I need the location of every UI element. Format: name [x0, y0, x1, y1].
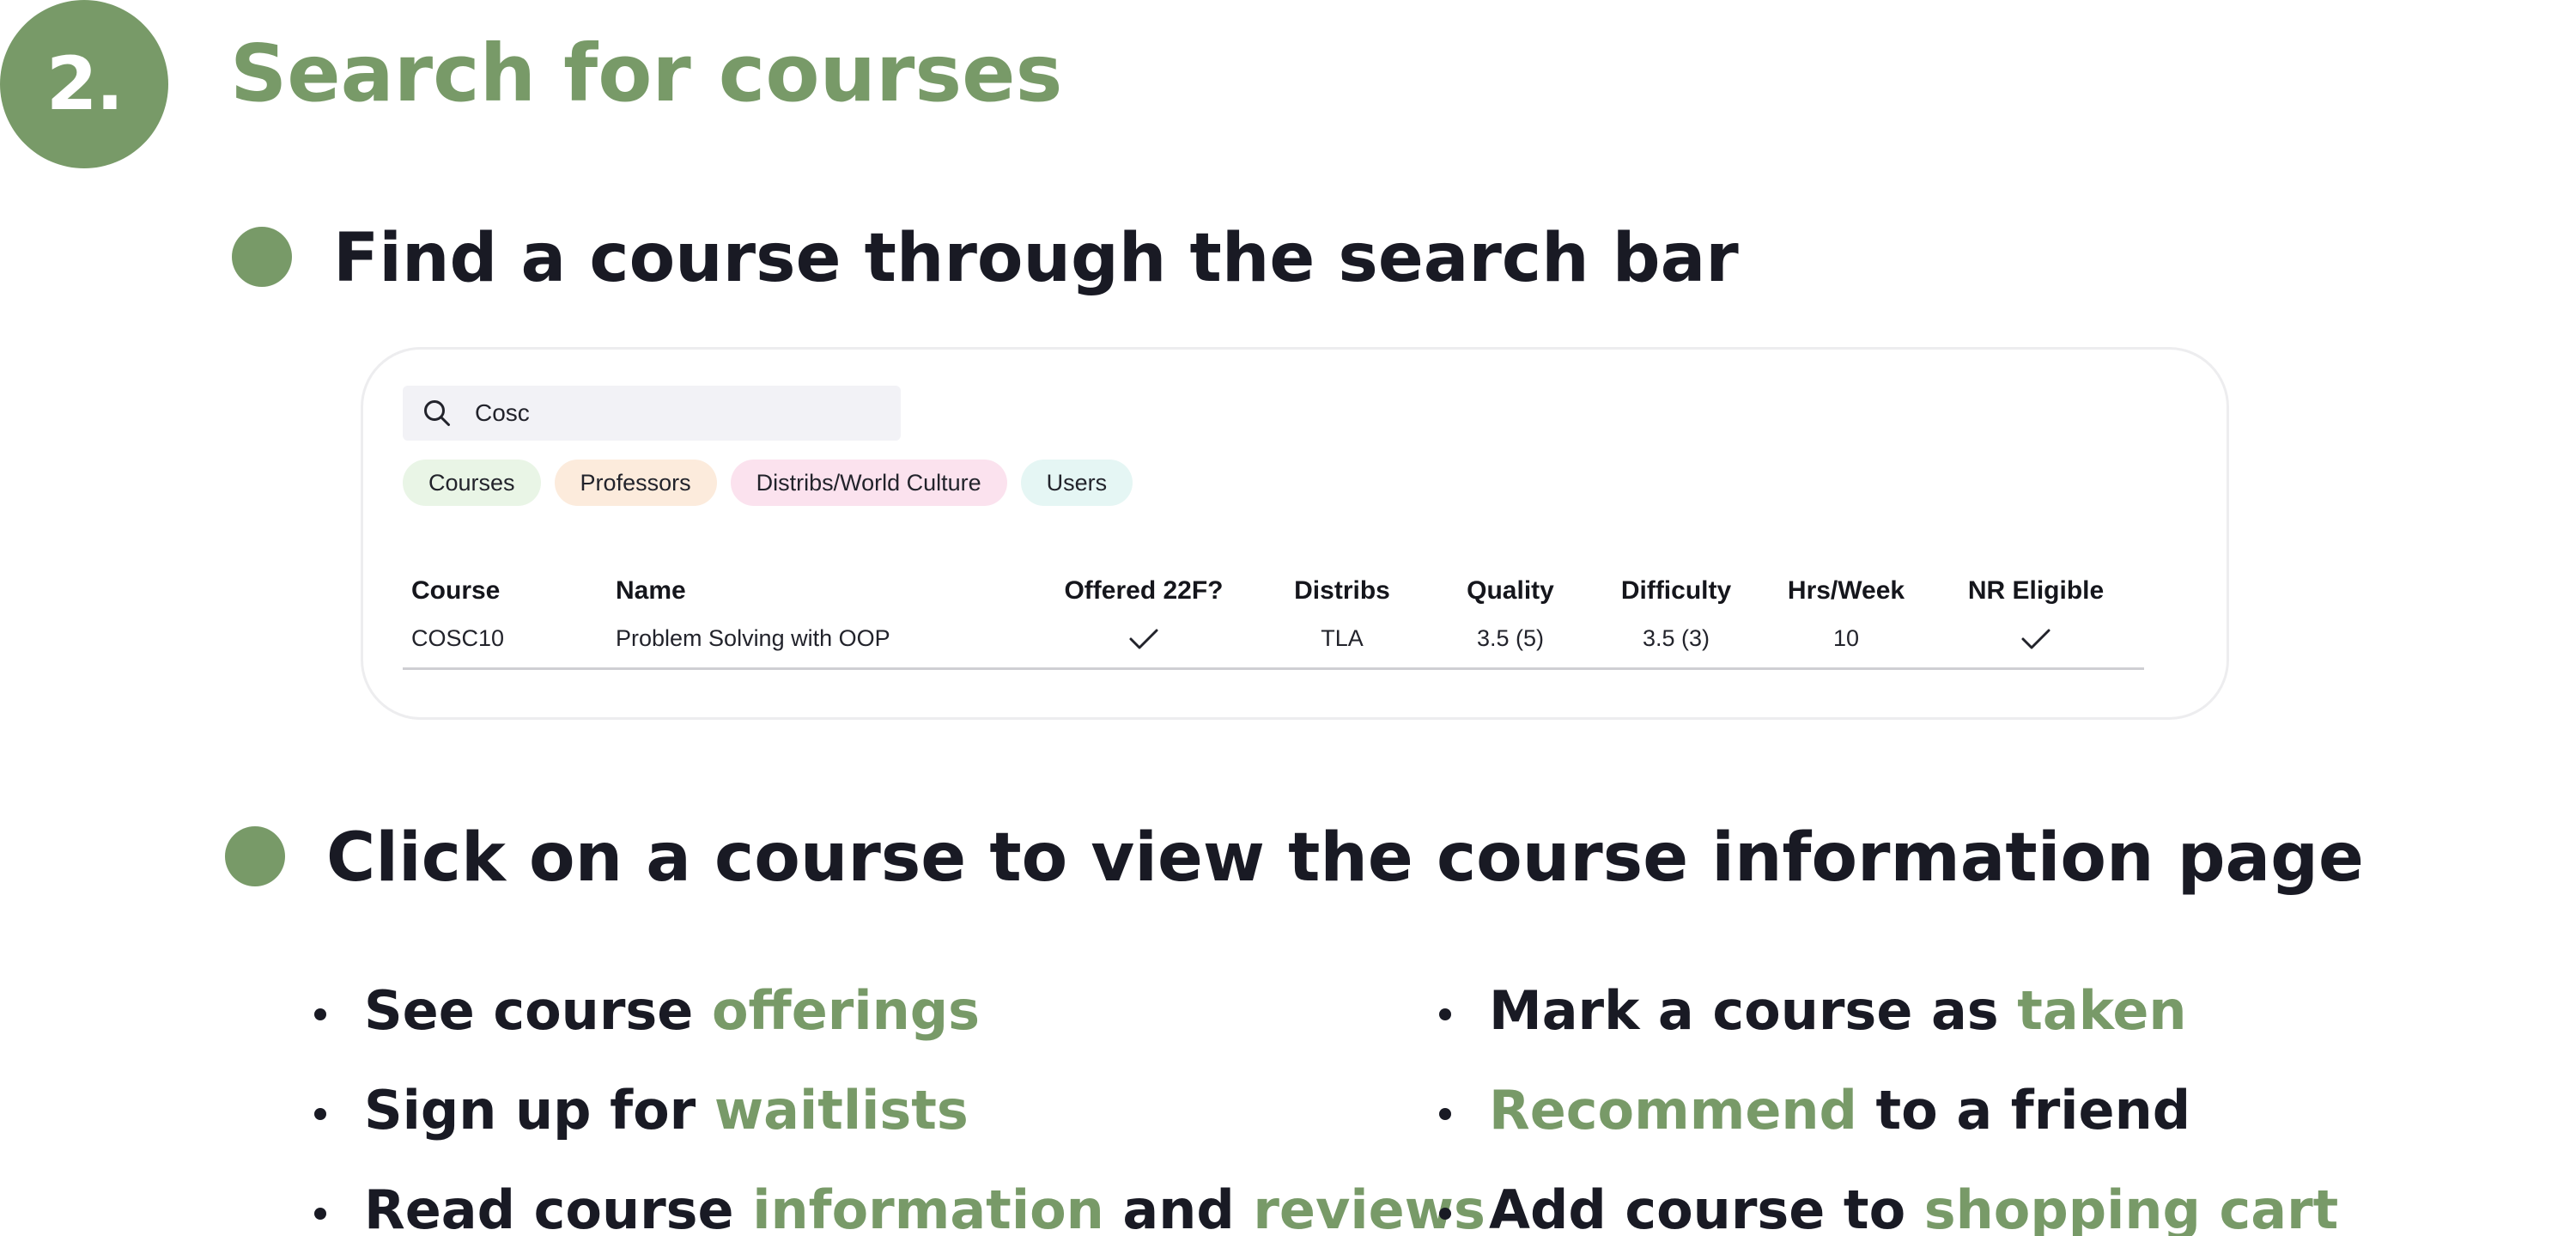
- filter-chip-professors[interactable]: Professors: [554, 460, 717, 506]
- list-item: Sign up for waitlists: [314, 1084, 1485, 1184]
- cell-nr-eligible: [1928, 616, 2144, 670]
- check-icon: [2021, 629, 2050, 649]
- section-bullet-icon: [225, 826, 285, 886]
- search-icon: [424, 400, 450, 426]
- table-row[interactable]: COSC10 Problem Solving with OOP TLA 3.5 …: [403, 616, 2144, 670]
- cell-distribs: TLA: [1251, 616, 1433, 670]
- filter-chip-distribs[interactable]: Distribs/World Culture: [730, 460, 1007, 506]
- list-item: See course offerings: [314, 984, 1485, 1084]
- filter-chip-users[interactable]: Users: [1020, 460, 1133, 506]
- search-query: Cosc: [475, 399, 530, 426]
- filter-chip-courses[interactable]: Courses: [403, 460, 541, 506]
- cell-course: COSC10: [403, 616, 607, 670]
- cell-quality: 3.5 (5): [1433, 616, 1588, 670]
- column-header-difficulty[interactable]: Difficulty: [1588, 566, 1765, 616]
- list-item: Add course to shopping cart: [1439, 1184, 2338, 1236]
- column-header-hrs-week[interactable]: Hrs/Week: [1765, 566, 1928, 616]
- column-header-name[interactable]: Name: [607, 566, 1036, 616]
- step-number-badge: 2.: [0, 0, 168, 168]
- column-header-quality[interactable]: Quality: [1433, 566, 1588, 616]
- feature-list-right: Mark a course as taken Recommend to a fr…: [1439, 984, 2338, 1236]
- list-item: Mark a course as taken: [1439, 984, 2338, 1084]
- section-bullet-icon: [232, 227, 292, 287]
- column-header-course[interactable]: Course: [403, 566, 607, 616]
- cell-name: Problem Solving with OOP: [607, 616, 1036, 670]
- column-header-distribs[interactable]: Distribs: [1251, 566, 1433, 616]
- course-search-panel: Cosc Courses Professors Distribs/World C…: [361, 347, 2229, 720]
- table-header-row: Course Name Offered 22F? Distribs Qualit…: [403, 566, 2144, 616]
- column-header-offered[interactable]: Offered 22F?: [1036, 566, 1251, 616]
- feature-list-left: See course offerings Sign up for waitlis…: [314, 984, 1485, 1236]
- step-number: 2.: [46, 41, 125, 127]
- search-filter-chips: Courses Professors Distribs/World Cultur…: [403, 460, 1133, 506]
- section-heading-search: Find a course through the search bar: [333, 220, 1739, 297]
- list-item: Read course information and reviews: [314, 1184, 1485, 1236]
- section-heading-course-info: Click on a course to view the course inf…: [326, 819, 2364, 897]
- step-title: Search for courses: [230, 27, 1063, 119]
- search-input[interactable]: Cosc: [403, 386, 901, 441]
- cell-hrs-week: 10: [1765, 616, 1928, 670]
- list-item: Recommend to a friend: [1439, 1084, 2338, 1184]
- cell-difficulty: 3.5 (3): [1588, 616, 1765, 670]
- course-results-table: Course Name Offered 22F? Distribs Qualit…: [403, 566, 2144, 670]
- check-icon: [1129, 629, 1158, 649]
- cell-offered: [1036, 616, 1251, 670]
- column-header-nr-eligible[interactable]: NR Eligible: [1928, 566, 2144, 616]
